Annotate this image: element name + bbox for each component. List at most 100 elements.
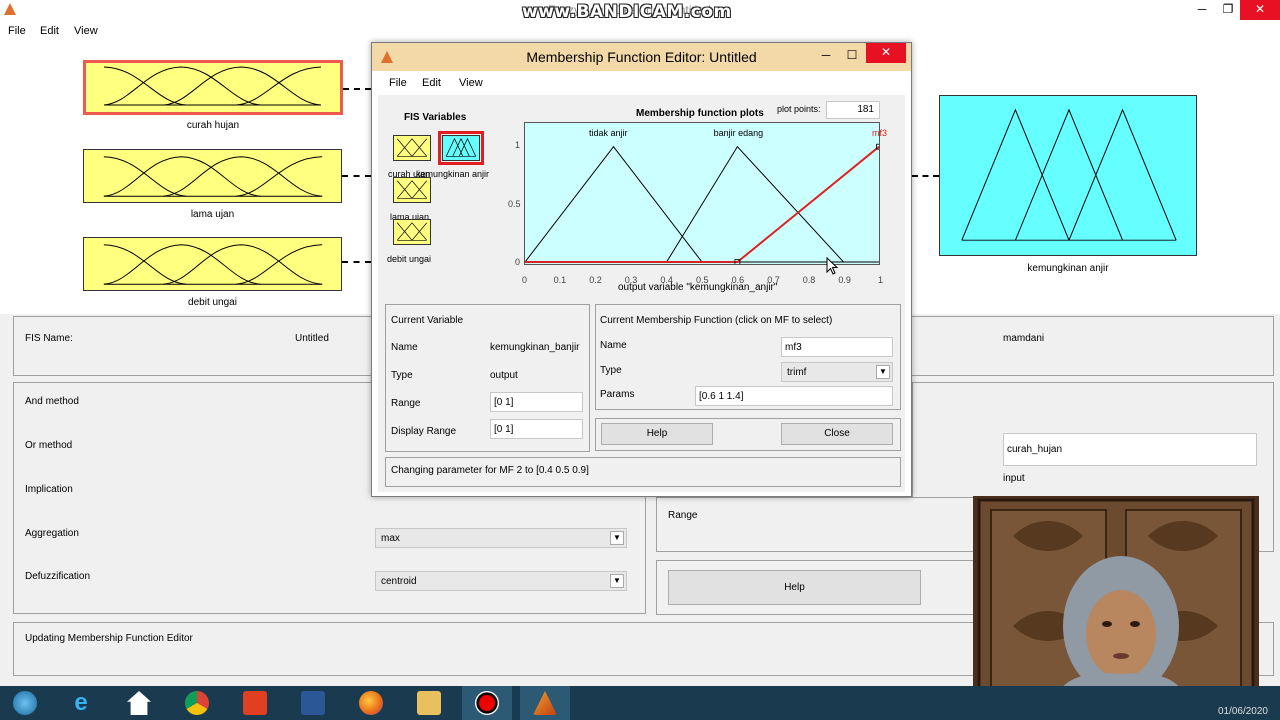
taskbar-explorer[interactable]: [114, 686, 164, 720]
maximize-button[interactable]: ❐: [1214, 0, 1242, 20]
mf-name-input[interactable]: mf3: [781, 337, 893, 357]
mf-menu-file[interactable]: File: [389, 77, 407, 89]
display-range-label: Display Range: [391, 426, 457, 437]
taskbar-word[interactable]: [288, 686, 338, 720]
mf-status-panel: Changing parameter for MF 2 to [0.4 0.5 …: [385, 457, 901, 487]
fis-help-button[interactable]: Help: [668, 570, 921, 605]
x-tick-label: 0.1: [553, 275, 567, 285]
var-label-debit-sungai: debit ungai: [387, 254, 432, 264]
var-icon-curah-hujan[interactable]: [393, 135, 431, 161]
current-mf-label: Current Membership Function (click on MF…: [600, 315, 833, 326]
current-variable-name-field[interactable]: curah_hujan: [1003, 433, 1257, 466]
menu-view[interactable]: View: [74, 25, 98, 37]
aggregation-value: max: [381, 533, 400, 544]
aggregation-select[interactable]: max ▼: [375, 528, 627, 548]
mf-status-text: Changing parameter for MF 2 to [0.4 0.5 …: [391, 465, 589, 476]
input-lama-hujan-label: lama ujan: [190, 209, 235, 220]
mf-close-dialog-button[interactable]: Close: [781, 423, 893, 445]
x-tick-label: 0.9: [838, 275, 851, 285]
range-input[interactable]: [0 1]: [490, 392, 583, 412]
mf-label-banjir_edang[interactable]: banjir edang: [714, 128, 764, 138]
taskbar-ie[interactable]: e: [56, 686, 106, 720]
matlab-icon: [533, 691, 557, 715]
chevron-down-icon: ▼: [610, 574, 624, 588]
connector-line: [342, 175, 371, 177]
params-input[interactable]: [0.6 1 1.4]: [695, 386, 893, 406]
fis-editor-menubar: File Edit View: [0, 20, 1280, 42]
mf-help-button[interactable]: Help: [601, 423, 713, 445]
input-mf-shape: [103, 244, 323, 285]
mf-editor-menubar: File Edit View: [378, 71, 905, 95]
taskbar-power[interactable]: [230, 686, 280, 720]
defuzzification-label: Defuzzification: [25, 571, 91, 582]
windows-start-icon: [13, 691, 37, 715]
taskbar-firefox[interactable]: [346, 686, 396, 720]
power-icon: [243, 691, 267, 715]
var-icon-kemungkinan-banjir[interactable]: [438, 131, 484, 165]
mf-label-mf3[interactable]: mf3: [872, 128, 887, 138]
connector-line: [342, 261, 371, 263]
taskbar-folder[interactable]: [404, 686, 454, 720]
internet-explorer-icon: e: [74, 689, 88, 716]
implication-label: Implication: [25, 484, 73, 495]
menu-edit[interactable]: Edit: [40, 25, 59, 37]
defuzzification-select[interactable]: centroid ▼: [375, 571, 627, 591]
input-lama-hujan-box[interactable]: [83, 149, 342, 203]
input-debit-sungai-box[interactable]: [83, 237, 342, 291]
fis-editor-titlebar: Fuzzy Logic Designer: Untitled www.BANDI…: [0, 0, 1280, 22]
taskbar-bandicam[interactable]: [462, 686, 512, 720]
plot-xlabel: output variable "kemungkinan_anjir": [618, 282, 778, 293]
mf-maximize-button[interactable]: ☐: [838, 46, 866, 66]
x-tick-label: 0: [522, 275, 528, 285]
menu-file[interactable]: File: [8, 25, 26, 37]
x-tick-label: 1: [878, 275, 884, 285]
plot-title: Membership function plots: [636, 108, 764, 119]
var-name-label: Name: [391, 342, 418, 353]
mf-menu-view[interactable]: View: [459, 77, 483, 89]
fis-name-value: Untitled: [295, 333, 329, 344]
minimize-button[interactable]: ─: [1188, 0, 1216, 20]
current-variable-panel: Current Variable Name kemungkinan_banjir…: [385, 304, 590, 452]
mf-close-button[interactable]: ✕: [866, 43, 906, 63]
close-button[interactable]: ✕: [1240, 0, 1280, 20]
current-variable-type: input: [1003, 473, 1025, 484]
taskbar-chrome[interactable]: [172, 686, 222, 720]
mf-label-tidak_anjir[interactable]: tidak anjir: [589, 128, 628, 138]
taskbar-matlab[interactable]: [520, 686, 570, 720]
var-icon-lama-hujan[interactable]: [393, 177, 431, 203]
fis-type-value: mamdani: [1003, 333, 1045, 344]
start-button[interactable]: [0, 686, 50, 720]
input-curah-hujan-label: curah hujan: [186, 120, 240, 131]
output-kemungkinan-banjir-box[interactable]: [939, 95, 1197, 256]
range-label: Range: [668, 510, 698, 521]
webcam-presenter-image: [973, 496, 1259, 708]
record-icon: [475, 691, 499, 715]
mf-name-label: Name: [600, 340, 627, 351]
chrome-icon: [185, 691, 209, 715]
params-label: Params: [600, 389, 635, 400]
mf-type-select[interactable]: trimf ▼: [781, 362, 893, 382]
var-name-value: kemungkinan_banjir: [490, 342, 580, 353]
chevron-down-icon: ▼: [876, 365, 890, 379]
mf-minimize-button[interactable]: ─: [812, 46, 840, 66]
plot-points-input[interactable]: 181: [826, 101, 880, 119]
taskbar: e 01/06/2020: [0, 686, 1280, 720]
mf-menu-edit[interactable]: Edit: [422, 77, 441, 89]
or-method-label: Or method: [25, 440, 73, 451]
display-range-input[interactable]: [0 1]: [490, 419, 583, 439]
aggregation-label: Aggregation: [25, 528, 79, 539]
mf-plot-area[interactable]: [524, 122, 880, 265]
mf-curve-tidak_anjir[interactable]: [525, 145, 703, 263]
connector-line: [912, 175, 939, 177]
x-tick-label: 0.8: [802, 275, 816, 285]
fis-variables-label: FIS Variables: [404, 112, 467, 123]
mf-type-value: trimf: [787, 367, 807, 378]
matlab-app-icon: [4, 3, 16, 15]
var-icon-debit-sungai[interactable]: [393, 219, 431, 245]
help-panel: Help: [656, 560, 973, 615]
mf-curve-banjir_edang[interactable]: [666, 145, 844, 263]
mf-type-label: Type: [600, 365, 622, 376]
x-tick-label: 0.2: [589, 275, 602, 285]
input-curah-hujan-box[interactable]: [83, 60, 343, 115]
var-type-value: output: [490, 370, 518, 381]
